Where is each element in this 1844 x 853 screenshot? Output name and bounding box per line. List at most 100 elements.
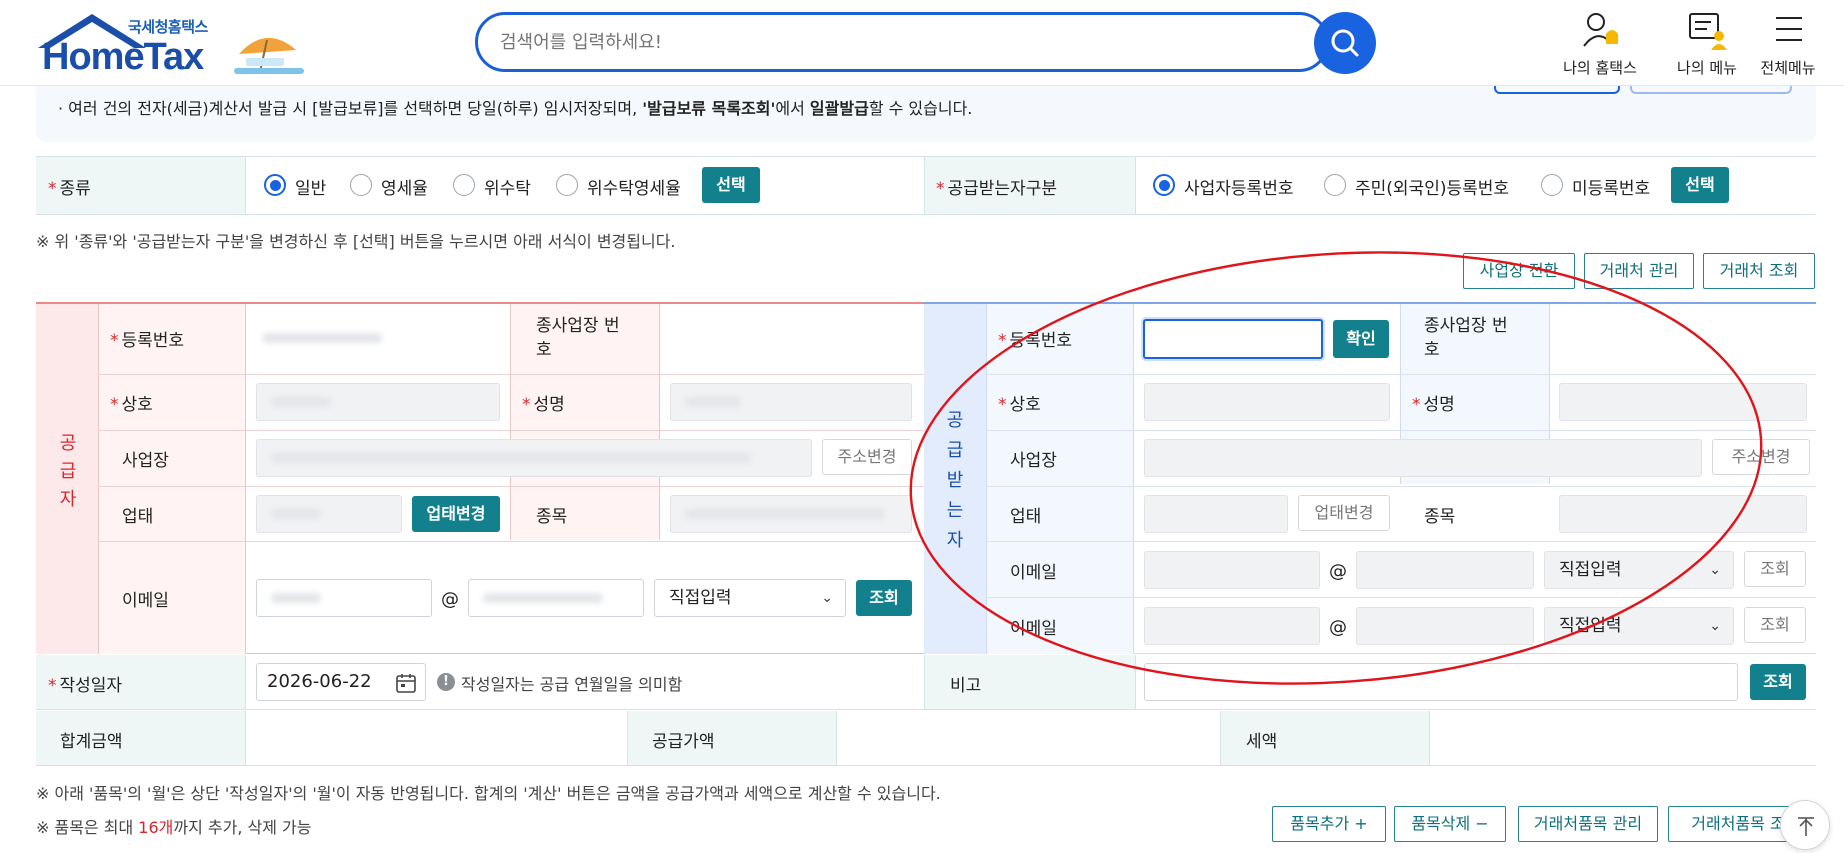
recipient-email2-id-field[interactable] bbox=[1144, 607, 1320, 645]
tax-amount-label: 세액 bbox=[1246, 732, 1278, 752]
delete-item-button[interactable]: 품목삭제 − bbox=[1394, 806, 1506, 842]
supplier-company-field[interactable] bbox=[256, 383, 500, 421]
hamburger-icon bbox=[1776, 17, 1802, 41]
recipient-email-domain-field[interactable] bbox=[1356, 551, 1534, 589]
radio-resident-no[interactable] bbox=[1324, 174, 1346, 196]
radio-general[interactable] bbox=[264, 174, 286, 196]
row-divider bbox=[986, 374, 1816, 375]
radio-unregistered[interactable] bbox=[1541, 174, 1563, 196]
type-select-button[interactable]: 선택 bbox=[702, 167, 760, 203]
recipient-biz-type-label: 업태 bbox=[1010, 507, 1042, 527]
search-icon bbox=[1331, 29, 1359, 57]
recipient-email-at: @ bbox=[1329, 561, 1347, 582]
scroll-top-button[interactable] bbox=[1780, 800, 1830, 850]
supplier-email-at: @ bbox=[441, 589, 459, 610]
supplier-address-label: 사업장 bbox=[122, 451, 169, 471]
supplier-email-lookup-button[interactable]: 조회 bbox=[856, 580, 912, 616]
recipient-label-col bbox=[986, 304, 1134, 654]
my-hometax-menu[interactable]: 나의 홈택스 bbox=[1550, 10, 1650, 78]
date-input[interactable]: 2026-06-22 bbox=[256, 663, 426, 701]
recipient-address-label: 사업장 bbox=[1010, 451, 1057, 471]
manage-partners-button[interactable]: 거래처 관리 bbox=[1584, 253, 1694, 289]
radio-consignment-label: 위수탁 bbox=[484, 179, 531, 199]
supplier-address-change-button[interactable]: 주소변경 bbox=[822, 439, 912, 475]
search-input[interactable] bbox=[500, 15, 1280, 69]
recipient-select-button[interactable]: 선택 bbox=[1671, 167, 1729, 203]
recipient-address-change-button[interactable]: 주소변경 bbox=[1712, 439, 1810, 475]
all-menu[interactable]: 전체메뉴 bbox=[1738, 10, 1838, 78]
row-divider bbox=[98, 374, 924, 375]
row-divider bbox=[986, 430, 1816, 431]
recipient-address-field[interactable] bbox=[1144, 439, 1702, 477]
remark-input[interactable] bbox=[1144, 663, 1738, 701]
radio-business-no[interactable] bbox=[1153, 174, 1175, 196]
supplier-section-label: 공급자 bbox=[59, 433, 77, 510]
supplier-reg-no-value bbox=[262, 333, 382, 343]
radio-consignment[interactable] bbox=[453, 174, 475, 196]
remark-lookup-button[interactable]: 조회 bbox=[1750, 664, 1806, 700]
add-item-button[interactable]: 품목추가 + bbox=[1272, 806, 1386, 842]
date-hint: 작성일자는 공급 연월일을 의미함 bbox=[461, 675, 683, 694]
chevron-down-icon: ⌄ bbox=[821, 590, 833, 606]
item-note-2: ※ 품목은 최대 16개까지 추가, 삭제 가능 bbox=[36, 818, 312, 837]
row-divider bbox=[986, 541, 1816, 542]
radio-general-label: 일반 bbox=[295, 179, 327, 199]
radio-business-no-label: 사업자등록번호 bbox=[1184, 179, 1294, 199]
date-label: * 작성일자 bbox=[48, 676, 123, 696]
radio-consignment-zero[interactable] bbox=[556, 174, 578, 196]
hidden-button-stub[interactable] bbox=[1630, 86, 1792, 94]
recipient-confirm-button[interactable]: 확인 bbox=[1333, 320, 1389, 358]
supplier-email-id-field[interactable] bbox=[256, 579, 432, 617]
recipient-email2-lookup-button[interactable]: 조회 bbox=[1744, 607, 1806, 643]
manage-partner-items-button[interactable]: 거래처품목 관리 bbox=[1518, 806, 1658, 842]
recipient-item-label: 종목 bbox=[1424, 507, 1456, 527]
recipient-email-lookup-button[interactable]: 조회 bbox=[1744, 551, 1806, 587]
recipient-sub-branch-label: 종사업장 번호 bbox=[1424, 316, 1508, 360]
logo-title: HomeTax bbox=[42, 36, 204, 78]
supplier-email-domain-field[interactable] bbox=[468, 579, 644, 617]
radio-consignment-zero-label: 위수탁영세율 bbox=[587, 179, 681, 199]
total-amount-label: 합계금액 bbox=[60, 732, 123, 752]
type-label: * 종류 bbox=[48, 179, 91, 199]
recipient-reg-no-input[interactable] bbox=[1143, 319, 1323, 359]
radio-zero-rate[interactable] bbox=[350, 174, 372, 196]
recipient-item-field[interactable] bbox=[1559, 495, 1807, 533]
hidden-button-stub[interactable] bbox=[1494, 86, 1620, 94]
search-box[interactable] bbox=[475, 12, 1329, 72]
supplier-biz-type-field[interactable] bbox=[256, 495, 402, 533]
recipient-company-field[interactable] bbox=[1144, 383, 1390, 421]
recipient-email-id-field[interactable] bbox=[1144, 551, 1320, 589]
recipient-company-label: * 상호 bbox=[998, 395, 1041, 415]
supplier-email-domain-select[interactable]: 직접입력 ⌄ bbox=[654, 579, 846, 617]
supplier-biz-type-change-button[interactable]: 업태변경 bbox=[412, 496, 500, 532]
arrow-up-icon bbox=[1798, 817, 1814, 836]
recipient-biz-type-change-button[interactable]: 업태변경 bbox=[1298, 495, 1390, 531]
recipient-email-domain-select[interactable]: 직접입력 ⌄ bbox=[1544, 551, 1734, 589]
notice-text: · 여러 건의 전자(세금)계산서 발급 시 [발급보류]를 선택하면 당일(하… bbox=[58, 99, 973, 118]
recipient-email2-domain-field[interactable] bbox=[1356, 607, 1534, 645]
all-menu-label: 전체메뉴 bbox=[1760, 59, 1816, 77]
supplier-biz-type-label: 업태 bbox=[122, 507, 154, 527]
supplier-sub-branch-label: 종사업장 번호 bbox=[536, 316, 620, 360]
item-note-1: ※ 아래 '품목'의 '월'은 상단 '작성일자'의 '월'이 자동 반영됩니다… bbox=[36, 784, 941, 803]
supplier-address-field[interactable] bbox=[256, 439, 812, 477]
switch-workplace-button[interactable]: 사업장 전환 bbox=[1463, 253, 1575, 289]
lookup-partners-button[interactable]: 거래처 조회 bbox=[1703, 253, 1815, 289]
recipient-biz-type-field[interactable] bbox=[1144, 495, 1288, 533]
recipient-email-label-2: 이메일 bbox=[1010, 619, 1057, 639]
supplier-name-field[interactable] bbox=[670, 383, 912, 421]
search-button[interactable] bbox=[1314, 12, 1376, 74]
supplier-item-field[interactable] bbox=[670, 495, 912, 533]
supplier-item-label: 종목 bbox=[536, 507, 568, 527]
hometax-logo[interactable]: 국세청홈택스 HomeTax bbox=[34, 10, 304, 80]
top-header: 국세청홈택스 HomeTax 나의 홈택스 나의 메뉴 bbox=[0, 0, 1844, 86]
recipient-email-label: 이메일 bbox=[1010, 563, 1057, 583]
calendar-icon[interactable] bbox=[395, 672, 417, 694]
recipient-email2-at: @ bbox=[1329, 617, 1347, 638]
chevron-down-icon: ⌄ bbox=[1709, 562, 1721, 578]
row-divider bbox=[98, 486, 924, 487]
type-note: ※ 위 '종류'와 '공급받는자 구분'을 변경하신 후 [선택] 버튼을 누르… bbox=[36, 232, 676, 251]
recipient-email2-domain-select[interactable]: 직접입력 ⌄ bbox=[1544, 607, 1734, 645]
recipient-name-field[interactable] bbox=[1559, 383, 1807, 421]
row-divider bbox=[986, 597, 1816, 598]
